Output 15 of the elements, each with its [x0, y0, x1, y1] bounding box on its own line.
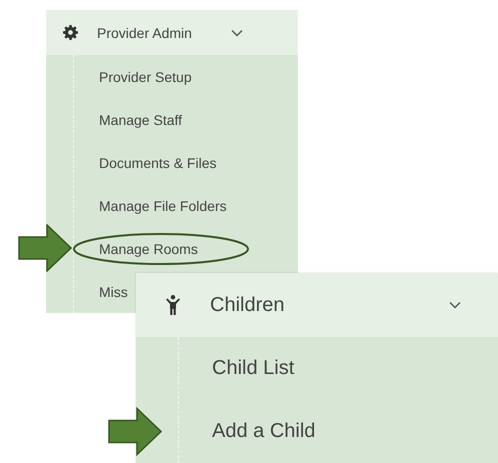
chevron-icon[interactable] — [231, 28, 243, 36]
menu-item[interactable]: Manage Staff — [99, 112, 182, 128]
menu-title: Children — [210, 294, 284, 316]
menu-item[interactable]: Provider Setup — [99, 68, 192, 84]
menu-item[interactable]: Add a Child — [212, 420, 316, 443]
child-icon — [165, 295, 181, 315]
gear-icon — [63, 25, 78, 40]
menu-header[interactable]: Children — [136, 273, 498, 337]
chevron-icon[interactable] — [449, 301, 461, 309]
menu-item[interactable]: Documents & Files — [99, 154, 216, 170]
menu-item[interactable]: Miss — [99, 284, 128, 300]
menu-header[interactable]: Provider Admin — [46, 10, 298, 55]
menu-title: Provider Admin — [97, 24, 192, 40]
menu-item[interactable]: Manage File Folders — [99, 198, 227, 214]
menu-item[interactable]: Child List — [212, 357, 294, 380]
